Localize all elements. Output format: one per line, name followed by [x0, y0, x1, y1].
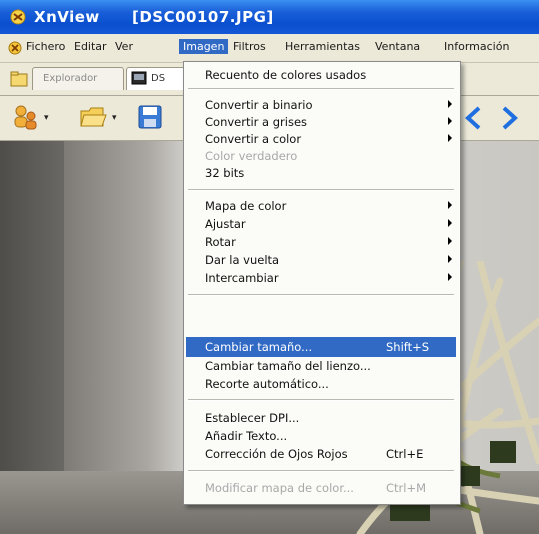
menu-item-label: Añadir Texto... — [205, 429, 288, 443]
menu-item-label: Cambiar tamaño... — [205, 340, 313, 354]
save-button[interactable] — [135, 102, 165, 132]
submenu-arrow-icon — [448, 255, 452, 263]
menu-separator — [188, 399, 454, 401]
menu-separator — [188, 470, 454, 472]
open-dropdown-icon[interactable]: ▾ — [112, 113, 117, 123]
menu-item-label: Dar la vuelta — [205, 253, 280, 267]
menu-item-dar-vuelta[interactable]: Dar la vuelta — [186, 250, 456, 270]
previous-icon[interactable] — [462, 105, 486, 131]
submenu-arrow-icon — [448, 237, 452, 245]
menu-separator — [188, 294, 454, 296]
menu-item-label: Convertir a color — [205, 132, 302, 146]
menu-item-label: Rotar — [205, 235, 236, 249]
image-menu: Recuento de colores usados Convertir a b… — [183, 61, 461, 505]
submenu-arrow-icon — [448, 201, 452, 209]
menu-separator — [188, 189, 454, 191]
menu-item-ojos-rojos[interactable]: Corrección de Ojos Rojos Ctrl+E — [186, 444, 456, 464]
save-icon — [138, 105, 162, 129]
next-icon[interactable] — [497, 105, 521, 131]
menu-informacion[interactable]: Información — [444, 40, 509, 53]
submenu-arrow-icon — [448, 100, 452, 108]
window-title-app: XnView — [34, 8, 100, 26]
menu-item-label: Intercambiar — [205, 271, 279, 285]
menu-item-label: Ajustar — [205, 217, 246, 231]
menu-separator — [188, 88, 454, 90]
menu-item-cambiar-tamano-lienzo[interactable]: Cambiar tamaño del lienzo... — [186, 356, 456, 376]
menu-ventana[interactable]: Ventana — [375, 40, 420, 53]
menu-item-mapa-color[interactable]: Mapa de color — [186, 196, 456, 216]
open-button[interactable] — [78, 102, 108, 132]
menu-item-shortcut: Shift+S — [386, 340, 430, 354]
menu-item-label: Modificar mapa de color... — [205, 481, 354, 495]
menu-item-rotar[interactable]: Rotar — [186, 232, 456, 252]
browser-icon[interactable] — [10, 70, 28, 88]
menu-herramientas[interactable]: Herramientas — [285, 40, 360, 53]
users-button[interactable] — [10, 102, 40, 132]
users-icon — [14, 105, 37, 130]
menu-filtros[interactable]: Filtros — [233, 40, 266, 53]
folder-open-icon — [80, 107, 107, 127]
menu-item-label: Establecer DPI... — [205, 411, 300, 425]
menu-item-label: Recuento de colores usados — [205, 68, 367, 82]
menu-item-label: Recorte automático... — [205, 377, 329, 391]
window-title-file: [DSC00107.JPG] — [132, 8, 274, 26]
menu-item-establecer-dpi[interactable]: Establecer DPI... — [186, 408, 456, 428]
menu-item-label: Corrección de Ojos Rojos — [205, 447, 348, 461]
menu-item-anadir-texto[interactable]: Añadir Texto... — [186, 426, 456, 446]
submenu-arrow-icon — [448, 273, 452, 281]
menu-item-recuento-colores[interactable]: Recuento de colores usados — [186, 65, 456, 85]
menu-item-recorte-automatico[interactable]: Recorte automático... — [186, 374, 456, 394]
app-window: XnView [DSC00107.JPG] Fichero Editar Ver… — [0, 0, 539, 534]
app-menu-icon[interactable] — [8, 41, 22, 55]
menu-item-shortcut: Ctrl+E — [386, 447, 424, 461]
menu-bar: Fichero Editar Ver Imagen Filtros Herram… — [0, 34, 539, 63]
menu-item-cambiar-tamano[interactable]: Cambiar tamaño... Shift+S — [186, 337, 456, 357]
menu-item-label: Convertir a grises — [205, 115, 308, 129]
menu-item-label: Mapa de color — [205, 199, 287, 213]
submenu-arrow-icon — [448, 134, 452, 142]
menu-fichero[interactable]: Fichero — [26, 40, 65, 53]
users-dropdown-icon[interactable]: ▾ — [44, 113, 49, 123]
submenu-arrow-icon — [448, 117, 452, 125]
xnview-logo-icon — [10, 9, 26, 25]
menu-ver[interactable]: Ver — [115, 40, 133, 53]
menu-item-label: Cambiar tamaño del lienzo... — [205, 359, 371, 373]
menu-item-modificar-mapa-color: Modificar mapa de color... Ctrl+M — [186, 478, 456, 498]
menu-item-32-bits[interactable]: 32 bits — [186, 163, 456, 183]
title-bar[interactable]: XnView [DSC00107.JPG] — [0, 0, 539, 34]
submenu-arrow-icon — [448, 219, 452, 227]
image-icon — [131, 71, 147, 85]
menu-item-intercambiar[interactable]: Intercambiar — [186, 268, 456, 288]
menu-item-label: 32 bits — [205, 166, 245, 180]
menu-item-label: Convertir a binario — [205, 98, 313, 112]
menu-imagen[interactable]: Imagen — [179, 39, 229, 54]
menu-item-label: Color verdadero — [205, 149, 298, 163]
menu-item-shortcut: Ctrl+M — [386, 481, 427, 495]
tab-explorador[interactable]: Explorador — [32, 67, 124, 90]
tab-explorador-label: Explorador — [43, 73, 98, 84]
menu-item-ajustar[interactable]: Ajustar — [186, 214, 456, 234]
menu-editar[interactable]: Editar — [74, 40, 107, 53]
tab-image-label: DS — [151, 73, 166, 84]
